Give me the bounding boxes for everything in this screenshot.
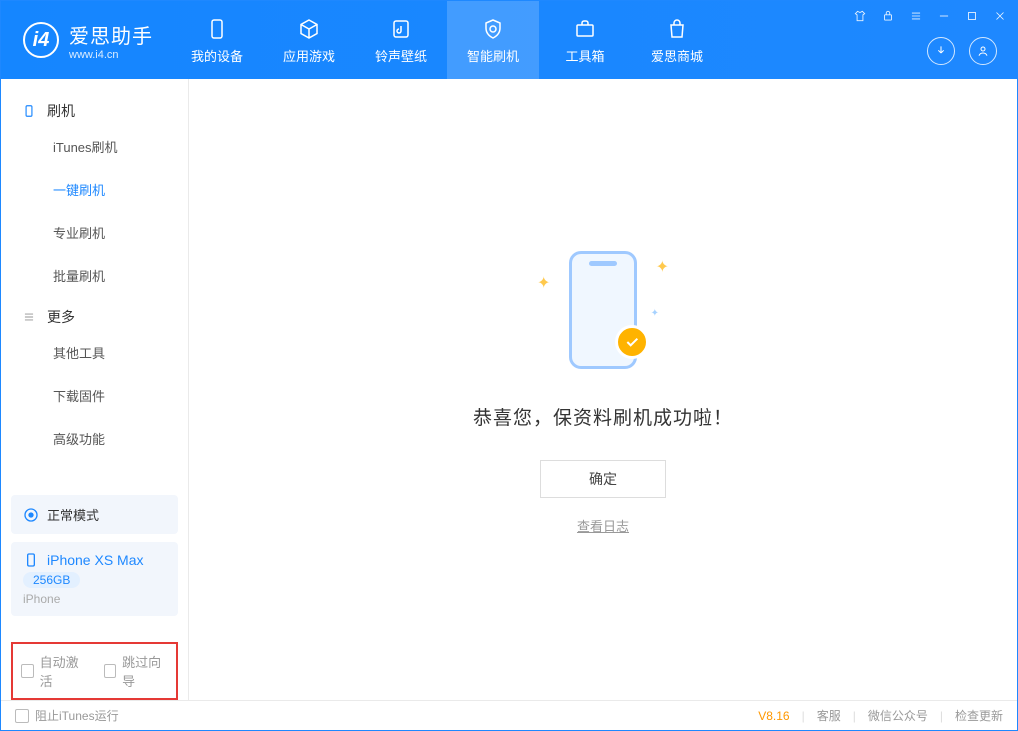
sidebar-item-batch-flash[interactable]: 批量刷机 <box>1 254 188 297</box>
sidebar-section-flash: 刷机 <box>1 91 188 125</box>
success-message: 恭喜您，保资料刷机成功啦！ <box>473 403 733 430</box>
app-header: i4 爱思助手 www.i4.cn 我的设备 应用游戏 铃声壁纸 智能刷机 工具… <box>1 1 1017 79</box>
device-name: iPhone XS Max <box>47 552 144 568</box>
separator: | <box>940 709 943 723</box>
shirt-icon[interactable] <box>851 7 869 25</box>
tab-my-device[interactable]: 我的设备 <box>171 1 263 79</box>
refresh-shield-icon <box>480 16 506 42</box>
tab-toolbox[interactable]: 工具箱 <box>539 1 631 79</box>
checkbox-auto-activate[interactable]: 自动激活 <box>21 652 86 690</box>
section-label: 更多 <box>47 307 75 327</box>
checkbox-skip-guide[interactable]: 跳过向导 <box>104 652 169 690</box>
device-mode[interactable]: 正常模式 <box>11 495 178 534</box>
briefcase-icon <box>572 16 598 42</box>
window-controls <box>851 7 1009 25</box>
checkbox-box-icon <box>21 664 34 678</box>
tab-store[interactable]: 爱思商城 <box>631 1 723 79</box>
device-type: iPhone <box>23 592 60 606</box>
main-content: ✦ ✦ ✦ 恭喜您，保资料刷机成功啦！ 确定 查看日志 <box>189 79 1017 700</box>
app-body: 刷机 iTunes刷机 一键刷机 专业刷机 批量刷机 更多 其他工具 下载固件 … <box>1 79 1017 700</box>
phone-icon <box>204 16 230 42</box>
separator: | <box>853 709 856 723</box>
sparkle-icon: ✦ <box>656 257 669 277</box>
sidebar-item-itunes-flash[interactable]: iTunes刷机 <box>1 125 188 168</box>
app-name: 爱思助手 <box>69 20 153 49</box>
device-storage-badge: 256GB <box>23 572 80 588</box>
nav-tabs: 我的设备 应用游戏 铃声壁纸 智能刷机 工具箱 爱思商城 <box>171 1 723 79</box>
sidebar-item-firmware[interactable]: 下载固件 <box>1 374 188 417</box>
sidebar-item-oneclick-flash[interactable]: 一键刷机 <box>1 168 188 211</box>
device-card[interactable]: iPhone XS Max 256GB iPhone <box>11 542 178 616</box>
bag-icon <box>664 16 690 42</box>
checkbox-box-icon <box>15 709 29 723</box>
version-label: V8.16 <box>758 709 789 723</box>
tab-ring-wallpaper[interactable]: 铃声壁纸 <box>355 1 447 79</box>
checkbox-block-itunes[interactable]: 阻止iTunes运行 <box>15 707 119 724</box>
app-url: www.i4.cn <box>69 49 153 61</box>
footer-link-wechat[interactable]: 微信公众号 <box>868 707 928 724</box>
logo-icon: i4 <box>23 22 59 58</box>
tab-label: 应用游戏 <box>283 46 335 65</box>
close-icon[interactable] <box>991 7 1009 25</box>
minimize-icon[interactable] <box>935 7 953 25</box>
logo-area: i4 爱思助手 www.i4.cn <box>1 20 171 61</box>
section-label: 刷机 <box>47 101 75 121</box>
footer-link-service[interactable]: 客服 <box>817 707 841 724</box>
checkbox-box-icon <box>104 664 117 678</box>
tab-label: 铃声壁纸 <box>375 46 427 65</box>
tab-label: 我的设备 <box>191 46 243 65</box>
sparkle-icon: ✦ <box>537 273 550 293</box>
sidebar-item-advanced[interactable]: 高级功能 <box>1 417 188 460</box>
sidebar: 刷机 iTunes刷机 一键刷机 专业刷机 批量刷机 更多 其他工具 下载固件 … <box>1 79 189 700</box>
device-icon <box>21 103 37 119</box>
checkbox-label: 跳过向导 <box>122 652 168 690</box>
highlighted-options-row: 自动激活 跳过向导 <box>11 642 178 700</box>
tab-label: 智能刷机 <box>467 46 519 65</box>
header-right-buttons <box>927 37 997 65</box>
separator: | <box>802 709 805 723</box>
footer: 阻止iTunes运行 V8.16 | 客服 | 微信公众号 | 检查更新 <box>1 700 1017 730</box>
music-icon <box>388 16 414 42</box>
ok-button[interactable]: 确定 <box>540 460 666 498</box>
cube-icon <box>296 16 322 42</box>
success-illustration: ✦ ✦ ✦ <box>523 245 683 375</box>
footer-right: V8.16 | 客服 | 微信公众号 | 检查更新 <box>758 707 1003 724</box>
sidebar-item-pro-flash[interactable]: 专业刷机 <box>1 211 188 254</box>
tab-label: 爱思商城 <box>651 46 703 65</box>
sidebar-item-other-tools[interactable]: 其他工具 <box>1 331 188 374</box>
view-log-link[interactable]: 查看日志 <box>577 516 629 535</box>
tab-smart-flash[interactable]: 智能刷机 <box>447 1 539 79</box>
mode-label: 正常模式 <box>47 505 99 524</box>
mode-icon <box>23 507 39 523</box>
menu-icon[interactable] <box>907 7 925 25</box>
user-button[interactable] <box>969 37 997 65</box>
check-badge-icon <box>615 325 649 359</box>
checkbox-label: 阻止iTunes运行 <box>35 707 119 724</box>
tab-apps-games[interactable]: 应用游戏 <box>263 1 355 79</box>
checkbox-label: 自动激活 <box>40 652 86 690</box>
download-button[interactable] <box>927 37 955 65</box>
sidebar-section-more: 更多 <box>1 297 188 331</box>
maximize-icon[interactable] <box>963 7 981 25</box>
list-icon <box>21 309 37 325</box>
phone-small-icon <box>23 552 39 568</box>
lock-icon[interactable] <box>879 7 897 25</box>
sparkle-icon: ✦ <box>651 308 659 319</box>
footer-link-update[interactable]: 检查更新 <box>955 707 1003 724</box>
device-area: 正常模式 iPhone XS Max 256GB iPhone <box>1 487 188 636</box>
tab-label: 工具箱 <box>565 46 604 65</box>
